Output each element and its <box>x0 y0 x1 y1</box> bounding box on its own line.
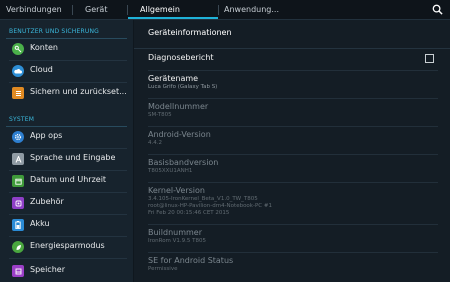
row-divider <box>148 182 438 183</box>
language-icon <box>12 153 24 165</box>
se-android-row: SE for Android Status Permissive <box>148 256 438 273</box>
settings-sidebar: BENUTZER UND SICHERUNG Konten Cloud Sich… <box>0 20 134 282</box>
accessory-icon <box>12 197 24 209</box>
sidebar-item-datum[interactable]: Datum und Uhrzeit <box>0 170 133 192</box>
section-header-user-backup: BENUTZER UND SICHERUNG <box>9 28 100 35</box>
sidebar-item-label: Sichern und zurückset... <box>30 87 127 96</box>
android-version-label: Android-Version <box>148 130 211 139</box>
diagnose-checkbox[interactable] <box>425 54 434 63</box>
device-name-row[interactable]: Gerätename Luca Grifo (Galaxy Tab S) <box>148 74 438 91</box>
baseband-row: Basisbandversion T805XXU1ANH1 <box>148 158 438 175</box>
diagnose-row[interactable]: Diagnosebericht <box>148 53 438 62</box>
key-icon <box>12 43 24 55</box>
sidebar-item-sichern[interactable]: Sichern und zurückset... <box>0 82 133 104</box>
row-divider <box>148 252 438 253</box>
device-info-panel: Geräteinformationen Diagnosebericht Gerä… <box>134 20 450 282</box>
page-title: Geräteinformationen <box>148 28 232 37</box>
tab-verbindungen[interactable]: Verbindungen <box>6 0 62 19</box>
row-divider <box>148 70 438 71</box>
sidebar-item-label: Sprache und Eingabe <box>30 153 116 162</box>
sidebar-item-speicher[interactable]: Speicher <box>0 260 133 282</box>
build-number-value: IronRom V1.9.5 T805 <box>148 238 207 244</box>
kernel-value-line1: 3.4.105-IronKernel_Beta_V1.0_TW_T805 <box>148 196 258 202</box>
se-android-label: SE for Android Status <box>148 256 234 265</box>
baseband-value: T805XXU1ANH1 <box>148 168 193 174</box>
device-name-label: Gerätename <box>148 74 199 83</box>
sidebar-item-label: App ops <box>30 131 63 140</box>
android-version-row[interactable]: Android-Version 4.4.2 <box>148 130 438 147</box>
se-android-value: Permissive <box>148 266 178 272</box>
build-number-row[interactable]: Buildnummer IronRom V1.9.5 T805 <box>148 228 438 245</box>
sidebar-item-konten[interactable]: Konten <box>0 38 133 60</box>
search-icon[interactable] <box>432 4 443 15</box>
sidebar-item-zubehoer[interactable]: Zubehör <box>0 192 133 214</box>
android-version-value: 4.4.2 <box>148 140 162 146</box>
sidebar-item-energiesparmodus[interactable]: Energiesparmodus <box>0 236 133 258</box>
sidebar-item-label: Konten <box>30 43 58 52</box>
gear-icon <box>12 131 24 143</box>
tab-geraet[interactable]: Gerät <box>85 0 107 19</box>
sidebar-item-cloud[interactable]: Cloud <box>0 60 133 82</box>
build-number-label: Buildnummer <box>148 228 203 237</box>
sidebar-item-label: Speicher <box>30 265 65 274</box>
device-name-value: Luca Grifo (Galaxy Tab S) <box>148 84 218 90</box>
power-saving-icon <box>12 241 24 253</box>
model-label: Modellnummer <box>148 102 209 111</box>
calendar-icon <box>12 175 24 187</box>
tab-anwendungen[interactable]: Anwendung... <box>224 0 279 19</box>
kernel-row: Kernel-Version 3.4.105-IronKernel_Beta_V… <box>148 186 438 217</box>
sidebar-item-label: Cloud <box>30 65 53 74</box>
diagnose-label: Diagnosebericht <box>148 53 214 62</box>
row-divider <box>148 98 438 99</box>
kernel-value-line2: root@linux-HP-Pavilion-dm4-Notebook-PC #… <box>148 203 272 209</box>
tab-separator <box>218 5 219 15</box>
cloud-icon <box>12 65 24 77</box>
row-divider <box>148 126 438 127</box>
row-divider <box>148 154 438 155</box>
active-tab-indicator <box>128 17 218 19</box>
storage-icon <box>12 265 24 277</box>
sidebar-item-akku[interactable]: Akku <box>0 214 133 236</box>
backup-icon <box>12 87 24 99</box>
sidebar-item-label: Energiesparmodus <box>30 241 105 250</box>
sidebar-item-label: Zubehör <box>30 197 64 206</box>
sidebar-item-label: Datum und Uhrzeit <box>30 175 107 184</box>
model-value: SM-T805 <box>148 112 172 118</box>
row-divider <box>148 224 438 225</box>
sidebar-item-sprache[interactable]: Sprache und Eingabe <box>0 148 133 170</box>
section-header-system: SYSTEM <box>9 116 35 123</box>
title-divider <box>134 48 450 49</box>
row-divider <box>9 258 127 259</box>
model-row: Modellnummer SM-T805 <box>148 102 438 119</box>
battery-icon <box>12 219 24 231</box>
sidebar-item-label: Akku <box>30 219 50 228</box>
kernel-label: Kernel-Version <box>148 186 205 195</box>
baseband-label: Basisbandversion <box>148 158 219 167</box>
tab-separator <box>127 5 128 15</box>
tab-separator <box>72 5 73 15</box>
kernel-value-line3: Fri Feb 20 00:15:46 CET 2015 <box>148 210 230 216</box>
tab-bar: Verbindungen Gerät Allgemein Anwendung..… <box>0 0 450 20</box>
sidebar-item-app-ops[interactable]: App ops <box>0 126 133 148</box>
